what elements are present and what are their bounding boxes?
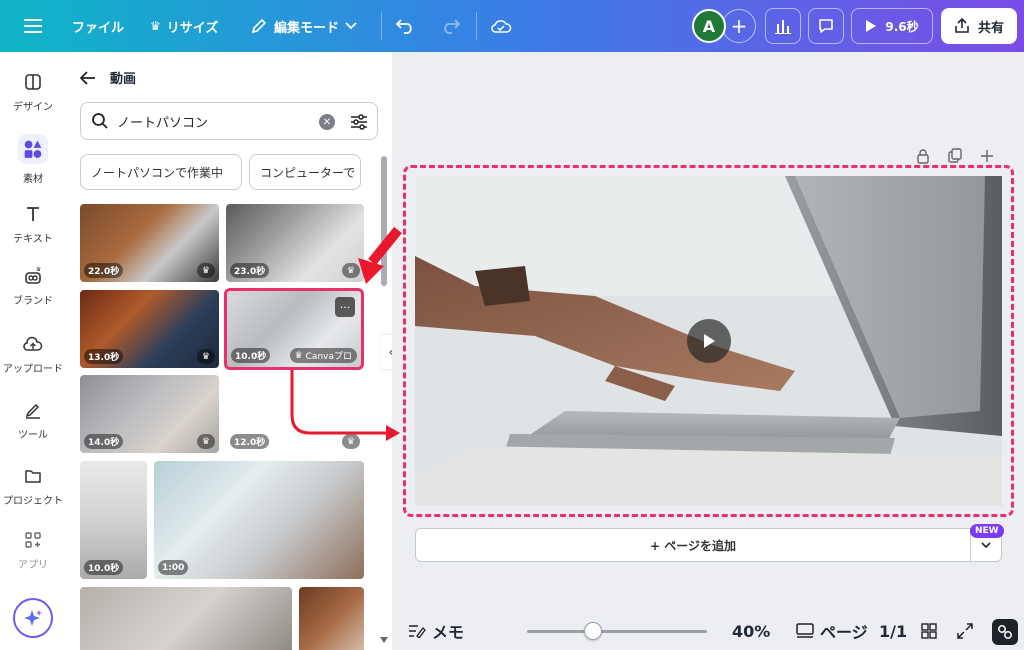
link-helper-button[interactable] <box>992 619 1018 645</box>
pages-icon <box>796 623 814 638</box>
notes-icon <box>409 625 426 638</box>
grid-icon <box>921 623 937 639</box>
zoom-slider[interactable] <box>527 630 707 633</box>
add-page-button[interactable]: + ページを追加 <box>415 528 971 562</box>
expand-icon <box>957 623 973 639</box>
zoom-slider-handle[interactable] <box>584 622 602 640</box>
chevron-down-icon <box>981 542 991 548</box>
grid-view-button[interactable] <box>921 612 937 650</box>
zoom-value[interactable]: 40% <box>732 612 770 650</box>
pages-button[interactable]: ページ <box>796 612 868 650</box>
notes-button[interactable]: メモ <box>408 612 464 650</box>
new-badge: NEW <box>970 524 1004 538</box>
page-count: 1/1 <box>879 621 908 641</box>
link-icon <box>998 625 1012 639</box>
fullscreen-button[interactable] <box>957 612 973 650</box>
